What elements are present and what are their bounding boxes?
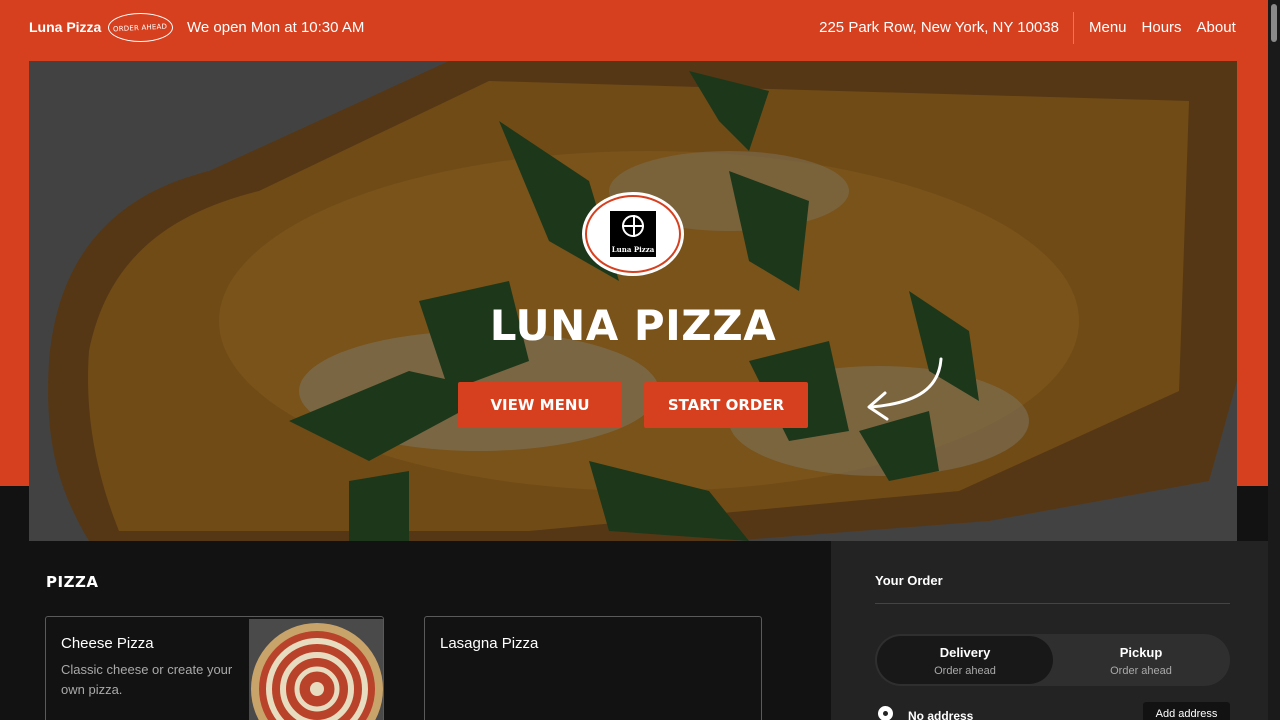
scrollbar-thumb[interactable] [1271,4,1277,42]
section-title-pizza: PIZZA [46,573,99,591]
start-order-button[interactable]: START ORDER [644,382,808,428]
opening-hours: We open Mon at 10:30 AM [187,19,365,36]
menu-item-name: Cheese Pizza [61,635,154,652]
pickup-option[interactable]: Pickup Order ahead [1053,636,1229,684]
hero-banner: Luna Pizza LUNA PIZZA VIEW MENU START OR… [29,61,1237,541]
order-ahead-text: ORDER AHEAD [113,22,168,33]
brand-name[interactable]: Luna Pizza [29,19,101,35]
order-panel: Your Order Delivery Order ahead Pickup O… [831,541,1268,720]
fulfillment-toggle: Delivery Order ahead Pickup Order ahead [875,634,1230,686]
menu-item-name: Lasagna Pizza [440,635,539,652]
add-address-button[interactable]: Add address [1143,702,1230,720]
nav-divider [1073,12,1074,44]
restaurant-logo: Luna Pizza [585,195,681,273]
hero-title: LUNA PIZZA [489,301,777,350]
page-scrollbar[interactable] [1268,0,1280,720]
delivery-label: Delivery [939,645,991,660]
delivery-option[interactable]: Delivery Order ahead [877,636,1053,684]
menu-item-lasagna-pizza[interactable]: Lasagna Pizza [424,616,762,720]
menu-item-cheese-pizza[interactable]: Cheese Pizza Classic cheese or create yo… [45,616,384,720]
nav-links: Menu Hours About [1089,19,1236,36]
top-nav: Luna Pizza ORDER AHEAD We open Mon at 10… [0,0,1268,56]
cheese-pizza-image [249,619,383,720]
pickup-sub: Order ahead [1110,665,1172,677]
nav-link-hours[interactable]: Hours [1142,19,1182,36]
nav-link-about[interactable]: About [1197,19,1236,36]
order-ahead-badge[interactable]: ORDER AHEAD [108,13,173,42]
menu-item-description: Classic cheese or create your own pizza. [61,662,233,697]
curved-arrow-icon [867,357,943,421]
pickup-label: Pickup [1119,645,1163,660]
logo-text: Luna Pizza [611,245,655,254]
pizza-logo-icon: Luna Pizza [610,211,656,257]
nav-link-menu[interactable]: Menu [1089,19,1127,36]
view-menu-button[interactable]: VIEW MENU [458,382,622,428]
location-pin-icon [878,706,893,720]
restaurant-address[interactable]: 225 Park Row, New York, NY 10038 [819,19,1059,36]
delivery-sub: Order ahead [934,665,996,677]
order-panel-title: Your Order [875,573,943,588]
address-status: No address [908,709,974,720]
order-panel-divider [875,603,1230,604]
